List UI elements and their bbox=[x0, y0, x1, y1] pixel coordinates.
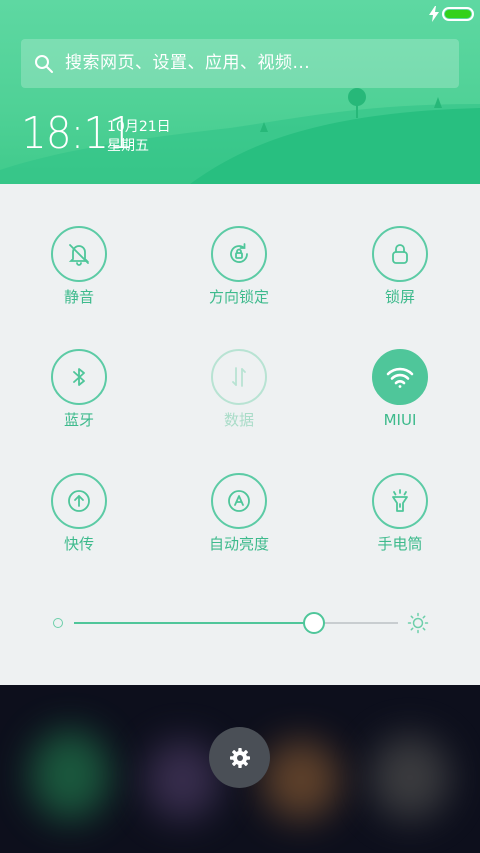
toggle-flashlight[interactable]: 手电筒 bbox=[340, 473, 460, 553]
mobile-data-icon bbox=[232, 367, 246, 387]
toggle-mute-button[interactable] bbox=[51, 226, 107, 282]
toggle-auto-brightness-label: 自动亮度 bbox=[208, 535, 269, 553]
settings-button[interactable] bbox=[209, 727, 270, 788]
toggle-lock-screen[interactable]: 锁屏 bbox=[340, 226, 460, 306]
toggle-bluetooth-label: 蓝牙 bbox=[63, 411, 94, 429]
battery-icon bbox=[442, 7, 474, 21]
toggle-flashlight-button[interactable] bbox=[372, 473, 428, 529]
toggle-mobile-data-button[interactable] bbox=[211, 349, 267, 405]
brightness-low-icon bbox=[53, 618, 63, 628]
toggle-mute-label: 静音 bbox=[63, 288, 94, 306]
clock-weekday[interactable]: 星期五 bbox=[107, 137, 149, 155]
toggle-auto-brightness[interactable]: 自动亮度 bbox=[179, 473, 299, 553]
toggle-mute[interactable]: 静音 bbox=[19, 226, 139, 306]
auto-brightness-icon bbox=[228, 490, 250, 512]
toggle-rotation-lock[interactable]: 方向锁定 bbox=[179, 226, 299, 306]
brightness-slider[interactable] bbox=[74, 612, 398, 634]
toggle-lock-screen-label: 锁屏 bbox=[384, 288, 415, 306]
toggle-wifi-button[interactable] bbox=[372, 349, 428, 405]
toggle-bluetooth[interactable]: 蓝牙 bbox=[19, 349, 139, 429]
blurred-app-icon bbox=[30, 730, 110, 820]
brightness-slider-fill bbox=[74, 622, 314, 624]
lock-icon bbox=[392, 244, 408, 264]
toggle-lock-screen-button[interactable] bbox=[372, 226, 428, 282]
blurred-app-icon bbox=[370, 735, 450, 820]
toggle-mobile-data[interactable]: 数据 bbox=[179, 349, 299, 429]
toggle-wifi[interactable]: MIUI bbox=[340, 349, 460, 429]
toggle-quick-transfer[interactable]: 快传 bbox=[19, 473, 139, 553]
toggle-rotation-lock-label: 方向锁定 bbox=[208, 288, 269, 306]
bluetooth-icon bbox=[73, 368, 85, 386]
toggle-bluetooth-button[interactable] bbox=[51, 349, 107, 405]
clock-date[interactable]: 10月21日 bbox=[107, 118, 171, 136]
toggle-quick-transfer-button[interactable] bbox=[51, 473, 107, 529]
brightness-high-icon bbox=[407, 612, 429, 634]
charging-bolt-icon bbox=[429, 6, 439, 22]
toggle-auto-brightness-button[interactable] bbox=[211, 473, 267, 529]
brightness-slider-thumb[interactable] bbox=[302, 612, 325, 634]
toggle-wifi-label: MIUI bbox=[383, 411, 417, 429]
gear-icon bbox=[229, 747, 250, 768]
wifi-icon bbox=[386, 367, 414, 388]
blurred-app-icon bbox=[262, 740, 340, 820]
toggle-flashlight-label: 手电筒 bbox=[377, 535, 423, 553]
search-placeholder: 搜索网页、设置、应用、视频... bbox=[65, 53, 311, 73]
toggle-quick-transfer-label: 快传 bbox=[63, 535, 94, 553]
bell-off-icon bbox=[68, 244, 90, 266]
transfer-icon bbox=[68, 490, 90, 512]
rotation-lock-icon bbox=[230, 243, 248, 263]
status-bar bbox=[0, 0, 480, 28]
search-icon bbox=[35, 55, 53, 73]
toggle-mobile-data-label: 数据 bbox=[223, 411, 254, 429]
flashlight-icon bbox=[392, 489, 408, 512]
search-bar[interactable]: 搜索网页、设置、应用、视频... bbox=[21, 39, 459, 88]
toggle-rotation-lock-button[interactable] bbox=[211, 226, 267, 282]
notification-header: 搜索网页、设置、应用、视频... 18:11 10月21日 星期五 bbox=[0, 0, 480, 184]
